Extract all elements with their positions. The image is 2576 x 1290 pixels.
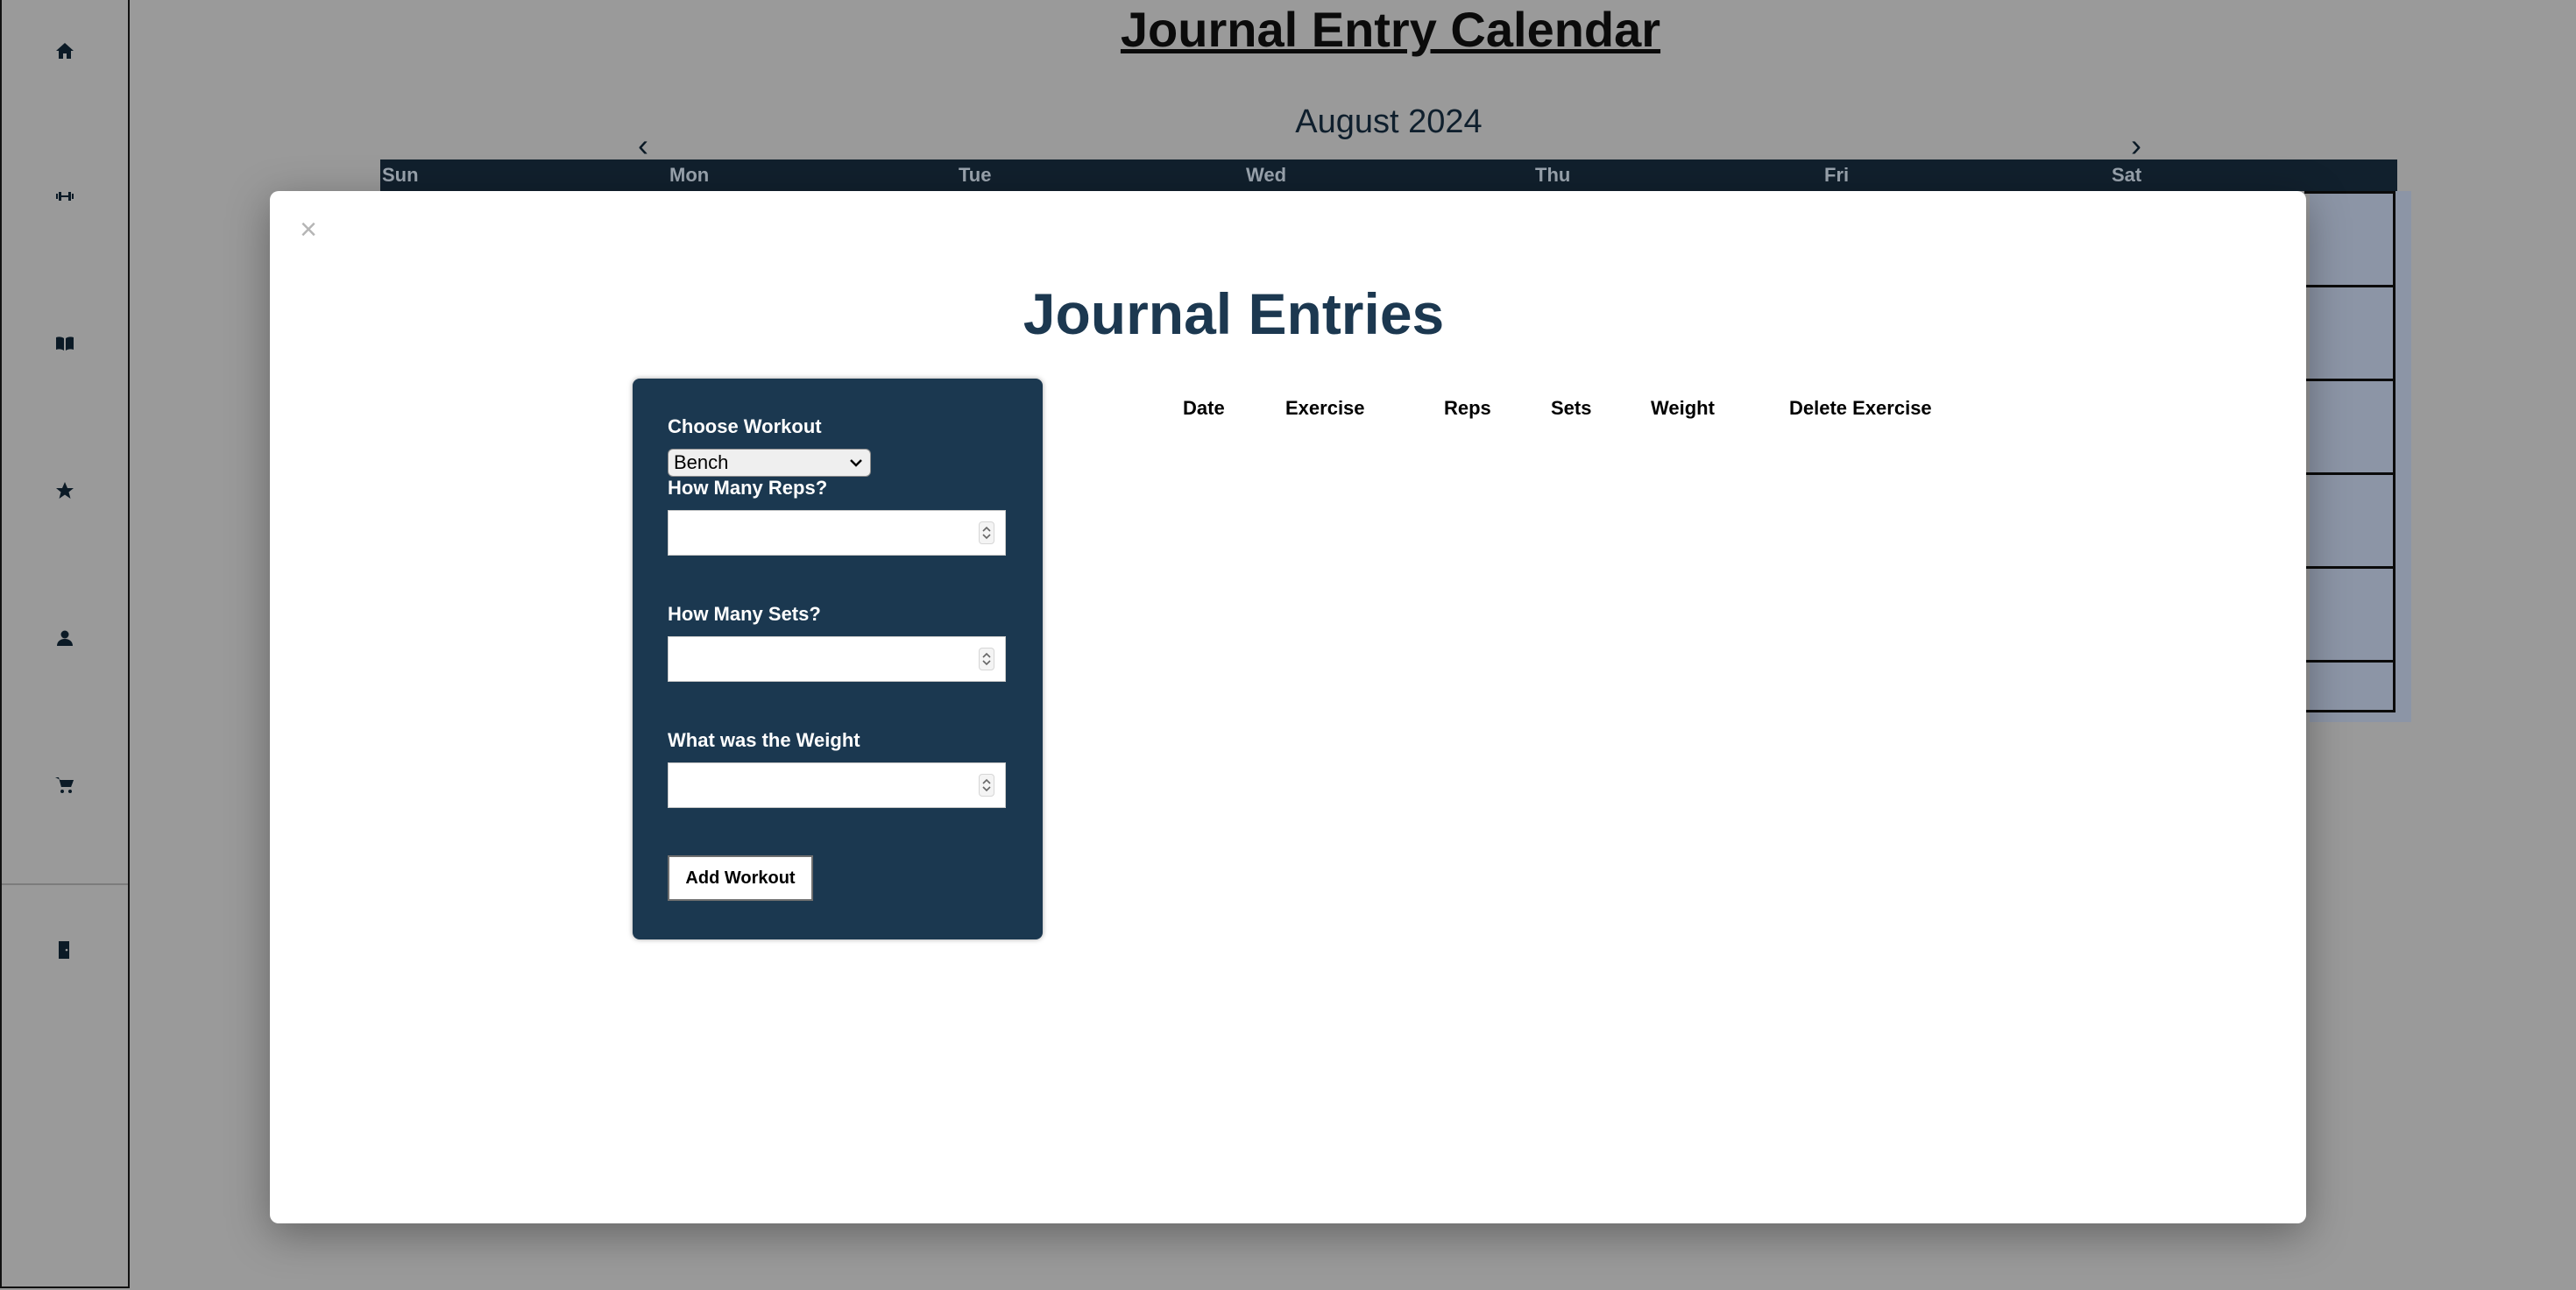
stepper-arrows-icon [982,526,991,540]
weekday-fri: Fri [1824,164,1850,186]
weight-stepper[interactable] [979,774,994,797]
reps-stepper[interactable] [979,521,994,544]
book-icon [56,337,74,351]
close-modal-button[interactable]: × [291,212,326,247]
stepper-arrows-icon [982,778,991,792]
reps-input[interactable] [668,510,1006,556]
weekday-sun: Sun [382,164,419,186]
weight-input[interactable] [668,762,1006,808]
month-label: August 2024 [1295,103,1483,140]
column-header-sets: Sets [1551,397,1592,419]
sidebar-item-journal[interactable] [2,317,128,370]
column-header-date: Date [1183,397,1225,419]
sets-stepper[interactable] [979,648,994,670]
sidebar-item-profile[interactable] [2,612,128,664]
workout-form: Choose Workout Bench How Many Reps? How … [633,379,1043,939]
cart-icon [55,777,74,793]
weekday-wed: Wed [1246,164,1287,186]
calendar-title: Journal Entry Calendar [1120,2,1661,57]
weekday-tue: Tue [959,164,992,186]
star-icon [56,482,74,499]
home-icon [56,43,74,59]
column-header-reps: Reps [1444,397,1491,419]
weekday-sat: Sat [2112,164,2142,186]
sidebar-item-home[interactable] [2,25,128,77]
modal-title-text: Journal Entries [1023,281,1445,346]
add-workout-button[interactable]: Add Workout [668,855,813,901]
dumbbell-icon [56,192,74,201]
column-header-exercise: Exercise [1285,397,1365,419]
calendar-week-row[interactable] [2304,379,2396,475]
sets-label: How Many Sets? [668,603,821,625]
logout-door-icon [59,941,69,959]
calendar-week-row[interactable] [2304,566,2396,663]
calendar-week-row[interactable] [2304,472,2396,569]
calendar-week-row[interactable] [2304,191,2396,287]
next-month-button[interactable]: › [2120,128,2152,163]
weekday-header: Sun Mon Tue Wed Thu Fri Sat [380,159,2397,191]
calendar-week-row[interactable] [2304,285,2396,381]
calendar-week-row[interactable] [2304,660,2396,712]
sidebar-item-shop[interactable] [2,759,128,812]
chevron-down-icon [850,459,862,467]
sidebar [0,0,130,1288]
journal-entries-modal: × Journal Entries Choose Workout Bench H… [270,191,2306,1223]
reps-label: How Many Reps? [668,477,828,499]
column-header-delete: Delete Exercise [1789,397,1932,419]
sidebar-item-favorites[interactable] [2,464,128,517]
weight-label: What was the Weight [668,729,860,751]
weekday-mon: Mon [669,164,710,186]
sidebar-item-workouts[interactable] [2,170,128,223]
workout-select-value: Bench [674,451,729,473]
prev-month-button[interactable]: ‹ [627,128,659,163]
sidebar-item-logout[interactable] [2,924,128,976]
modal-title: Journal Entries [270,277,2306,351]
choose-workout-label: Choose Workout [668,415,822,437]
workout-select[interactable]: Bench [668,449,871,477]
weekday-thu: Thu [1535,164,1571,186]
column-header-weight: Weight [1651,397,1715,419]
stepper-arrows-icon [982,652,991,666]
sets-input[interactable] [668,636,1006,682]
user-icon [57,630,73,646]
sidebar-divider [2,883,128,885]
